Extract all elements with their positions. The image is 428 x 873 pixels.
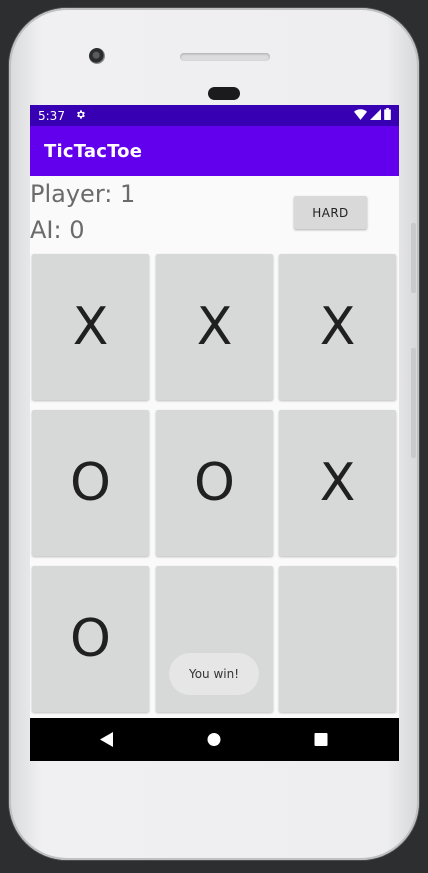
signal-icon <box>370 108 381 123</box>
board-cell-1[interactable]: X <box>156 254 273 400</box>
navigation-bar <box>30 718 399 761</box>
volume-button <box>411 348 416 458</box>
status-icons <box>354 108 391 123</box>
score-panel: Player: 1 AI: 0 HARD <box>30 176 399 254</box>
earpiece-speaker <box>180 53 270 61</box>
home-icon[interactable] <box>207 732 221 751</box>
board-cell-0[interactable]: X <box>32 254 149 400</box>
status-time: 5:37 <box>38 108 65 123</box>
board-cell-2[interactable]: X <box>279 254 396 400</box>
app-bar: TicTacToe <box>30 126 399 176</box>
board-cell-5[interactable]: X <box>279 410 396 556</box>
difficulty-button[interactable]: HARD <box>294 196 367 229</box>
board-cell-4[interactable]: O <box>156 410 273 556</box>
battery-icon <box>384 108 391 123</box>
power-button <box>411 223 416 293</box>
status-bar: 5:37 <box>30 105 399 126</box>
player-score: Player: 1 <box>30 180 136 208</box>
front-camera <box>89 48 105 64</box>
board-cell-8[interactable] <box>279 566 396 712</box>
wifi-icon <box>354 108 367 123</box>
board-cell-3[interactable]: O <box>32 410 149 556</box>
ai-score: AI: 0 <box>30 216 85 244</box>
gear-icon <box>75 109 86 123</box>
back-icon[interactable] <box>100 732 114 751</box>
screen: 5:37 TicTacToe Player: 1 AI: 0 HARD X X … <box>30 105 399 761</box>
recents-icon[interactable] <box>314 732 328 751</box>
app-title: TicTacToe <box>44 140 143 162</box>
win-toast: You win! <box>169 653 259 695</box>
proximity-sensor <box>208 87 240 100</box>
board-cell-6[interactable]: O <box>32 566 149 712</box>
